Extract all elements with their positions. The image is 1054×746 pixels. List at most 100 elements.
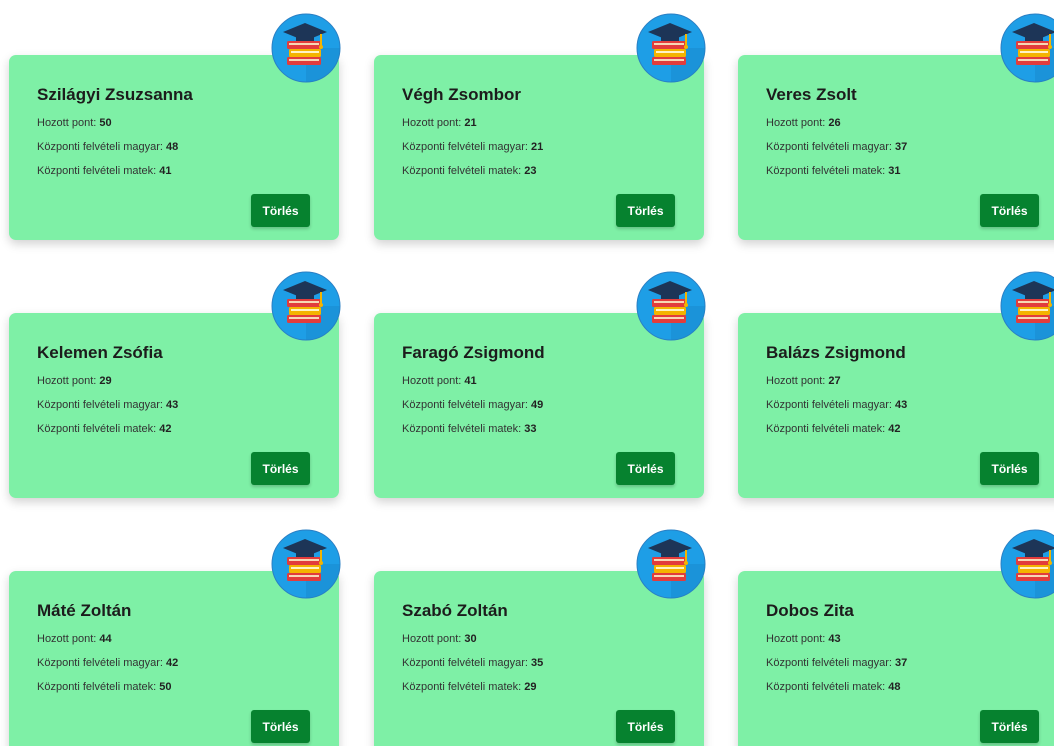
- matek-score-label: Központi felvételi matek:: [766, 165, 886, 177]
- hozott-pont-value: 21: [464, 117, 477, 129]
- magyar-score-value: 42: [166, 657, 179, 669]
- student-card: Szabó Zoltán Hozott pont: 30 Központi fe…: [374, 529, 706, 746]
- magyar-score-value: 21: [531, 141, 544, 153]
- hozott-pont-label: Hozott pont:: [37, 117, 97, 129]
- matek-score-value: 48: [888, 681, 901, 693]
- delete-button[interactable]: Törlés: [980, 452, 1039, 485]
- hozott-pont-value: 43: [828, 633, 841, 645]
- student-name: Kelemen Zsófia: [37, 343, 163, 362]
- delete-button[interactable]: Törlés: [251, 452, 310, 485]
- hozott-pont-value: 50: [99, 117, 112, 129]
- hozott-pont-value: 26: [828, 117, 841, 129]
- matek-score-value: 50: [159, 681, 172, 693]
- student-card-grid: Szilágyi Zsuzsanna Hozott pont: 50 Közpo…: [0, 0, 1054, 746]
- student-card: Végh Zsombor Hozott pont: 21 Központi fe…: [374, 13, 706, 240]
- student-card: Kelemen Zsófia Hozott pont: 29 Központi …: [9, 271, 341, 498]
- graduation-books-icon: [271, 271, 341, 341]
- magyar-score-line: Központi felvételi magyar: 37: [766, 141, 907, 153]
- magyar-score-line: Központi felvételi magyar: 43: [766, 399, 907, 411]
- matek-score-value: 42: [159, 423, 172, 435]
- student-name: Szabó Zoltán: [402, 601, 508, 620]
- magyar-score-line: Központi felvételi magyar: 48: [37, 141, 178, 153]
- magyar-score-value: 43: [895, 399, 908, 411]
- matek-score-line: Központi felvételi matek: 31: [766, 165, 901, 177]
- student-card: Máté Zoltán Hozott pont: 44 Központi fel…: [9, 529, 341, 746]
- delete-button[interactable]: Törlés: [251, 194, 310, 227]
- matek-score-line: Központi felvételi matek: 29: [402, 681, 537, 693]
- student-card: Veres Zsolt Hozott pont: 26 Központi fel…: [738, 13, 1054, 240]
- magyar-score-line: Központi felvételi magyar: 43: [37, 399, 178, 411]
- hozott-pont-line: Hozott pont: 41: [402, 375, 477, 387]
- student-name: Veres Zsolt: [766, 85, 857, 104]
- student-name: Dobos Zita: [766, 601, 854, 620]
- matek-score-line: Központi felvételi matek: 42: [766, 423, 901, 435]
- magyar-score-line: Központi felvételi magyar: 42: [37, 657, 178, 669]
- hozott-pont-line: Hozott pont: 29: [37, 375, 112, 387]
- matek-score-label: Központi felvételi matek:: [402, 423, 522, 435]
- magyar-score-label: Központi felvételi magyar:: [37, 657, 163, 669]
- magyar-score-label: Központi felvételi magyar:: [766, 399, 892, 411]
- graduation-books-icon: [636, 271, 706, 341]
- hozott-pont-value: 44: [99, 633, 112, 645]
- graduation-books-icon: [636, 13, 706, 83]
- student-name: Máté Zoltán: [37, 601, 132, 620]
- delete-button[interactable]: Törlés: [251, 710, 310, 743]
- hozott-pont-label: Hozott pont:: [766, 375, 826, 387]
- matek-score-value: 33: [524, 423, 537, 435]
- matek-score-label: Központi felvételi matek:: [37, 423, 157, 435]
- matek-score-value: 31: [888, 165, 901, 177]
- hozott-pont-line: Hozott pont: 30: [402, 633, 477, 645]
- student-name: Balázs Zsigmond: [766, 343, 906, 362]
- student-name: Faragó Zsigmond: [402, 343, 545, 362]
- matek-score-label: Központi felvételi matek:: [766, 681, 886, 693]
- student-card: Faragó Zsigmond Hozott pont: 41 Központi…: [374, 271, 706, 498]
- matek-score-line: Központi felvételi matek: 48: [766, 681, 901, 693]
- delete-button[interactable]: Törlés: [616, 710, 675, 743]
- graduation-books-icon: [271, 13, 341, 83]
- matek-score-value: 41: [159, 165, 172, 177]
- magyar-score-label: Központi felvételi magyar:: [37, 399, 163, 411]
- graduation-books-icon: [1000, 13, 1054, 83]
- student-card: Szilágyi Zsuzsanna Hozott pont: 50 Közpo…: [9, 13, 341, 240]
- magyar-score-value: 48: [166, 141, 179, 153]
- delete-button[interactable]: Törlés: [616, 194, 675, 227]
- delete-button[interactable]: Törlés: [616, 452, 675, 485]
- hozott-pont-line: Hozott pont: 26: [766, 117, 841, 129]
- magyar-score-line: Központi felvételi magyar: 21: [402, 141, 543, 153]
- matek-score-label: Központi felvételi matek:: [37, 165, 157, 177]
- student-name: Szilágyi Zsuzsanna: [37, 85, 193, 104]
- graduation-books-icon: [271, 529, 341, 599]
- hozott-pont-line: Hozott pont: 21: [402, 117, 477, 129]
- hozott-pont-line: Hozott pont: 50: [37, 117, 112, 129]
- hozott-pont-line: Hozott pont: 27: [766, 375, 841, 387]
- matek-score-label: Központi felvételi matek:: [402, 681, 522, 693]
- matek-score-value: 23: [524, 165, 537, 177]
- matek-score-line: Központi felvételi matek: 33: [402, 423, 537, 435]
- matek-score-label: Központi felvételi matek:: [402, 165, 522, 177]
- matek-score-label: Központi felvételi matek:: [766, 423, 886, 435]
- magyar-score-value: 37: [895, 141, 908, 153]
- hozott-pont-line: Hozott pont: 43: [766, 633, 841, 645]
- hozott-pont-label: Hozott pont:: [402, 633, 462, 645]
- hozott-pont-label: Hozott pont:: [37, 375, 97, 387]
- hozott-pont-label: Hozott pont:: [766, 633, 826, 645]
- matek-score-line: Központi felvételi matek: 50: [37, 681, 172, 693]
- matek-score-label: Központi felvételi matek:: [37, 681, 157, 693]
- hozott-pont-value: 41: [464, 375, 477, 387]
- hozott-pont-label: Hozott pont:: [402, 375, 462, 387]
- magyar-score-label: Központi felvételi magyar:: [766, 141, 892, 153]
- magyar-score-label: Központi felvételi magyar:: [402, 141, 528, 153]
- graduation-books-icon: [636, 529, 706, 599]
- magyar-score-value: 35: [531, 657, 544, 669]
- hozott-pont-line: Hozott pont: 44: [37, 633, 112, 645]
- graduation-books-icon: [1000, 529, 1054, 599]
- student-name: Végh Zsombor: [402, 85, 522, 104]
- magyar-score-value: 37: [895, 657, 908, 669]
- magyar-score-label: Központi felvételi magyar:: [766, 657, 892, 669]
- delete-button[interactable]: Törlés: [980, 194, 1039, 227]
- matek-score-value: 42: [888, 423, 901, 435]
- delete-button[interactable]: Törlés: [980, 710, 1039, 743]
- student-card: Balázs Zsigmond Hozott pont: 27 Központi…: [738, 271, 1054, 498]
- magyar-score-value: 43: [166, 399, 179, 411]
- student-card: Dobos Zita Hozott pont: 43 Központi felv…: [738, 529, 1054, 746]
